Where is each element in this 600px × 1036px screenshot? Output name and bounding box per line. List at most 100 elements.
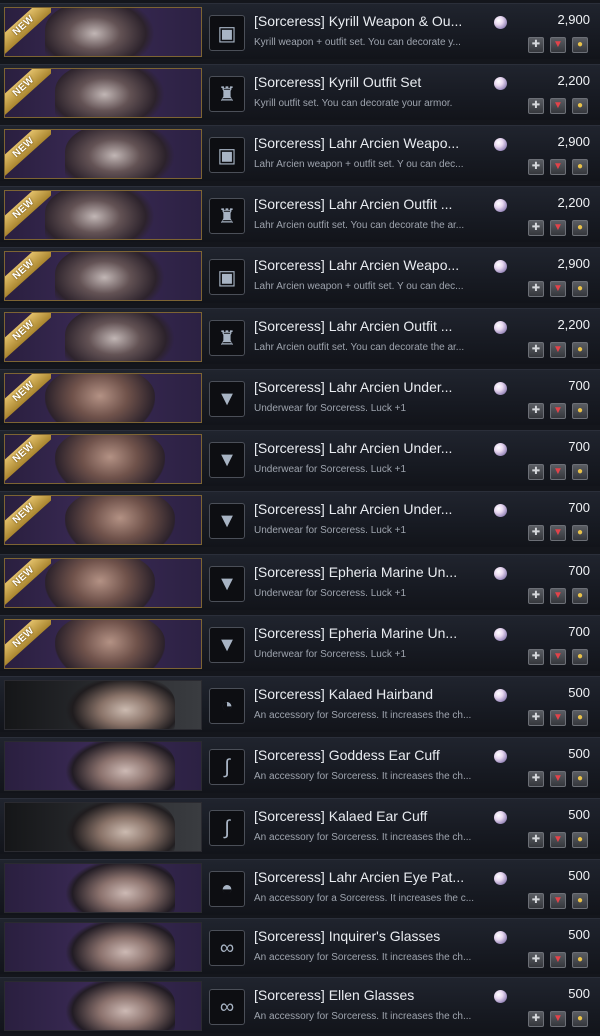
cart-button[interactable]: ▼ bbox=[550, 771, 566, 787]
gift-button[interactable]: ✚ bbox=[528, 342, 544, 358]
item-preview-image[interactable]: NEW bbox=[4, 434, 202, 484]
item-preview-image[interactable]: NEW bbox=[4, 558, 202, 608]
shop-item-row[interactable]: NEW ▼ [Sorceress] Lahr Arcien Under... Unde… bbox=[0, 491, 600, 547]
gift-button[interactable]: ✚ bbox=[528, 403, 544, 419]
item-preview-image[interactable] bbox=[4, 863, 202, 913]
cart-button[interactable]: ▼ bbox=[550, 893, 566, 909]
gift-button[interactable]: ✚ bbox=[528, 281, 544, 297]
cart-button[interactable]: ▼ bbox=[550, 37, 566, 53]
buy-button[interactable]: ● bbox=[572, 403, 588, 419]
chest-icon[interactable]: ▣ bbox=[209, 137, 245, 173]
buy-button[interactable]: ● bbox=[572, 710, 588, 726]
cart-button[interactable]: ▼ bbox=[550, 832, 566, 848]
item-preview-image[interactable] bbox=[4, 680, 202, 730]
gift-button[interactable]: ✚ bbox=[528, 952, 544, 968]
underwear-icon[interactable]: ▼ bbox=[209, 381, 245, 417]
chest-icon[interactable]: ▣ bbox=[209, 259, 245, 295]
buy-button[interactable]: ● bbox=[572, 98, 588, 114]
gift-button[interactable]: ✚ bbox=[528, 832, 544, 848]
shop-item-row[interactable]: ◓ [Sorceress] Lahr Arcien Eye Pat... An ac… bbox=[0, 859, 600, 915]
shop-item-row[interactable]: NEW ♜ [Sorceress] Lahr Arcien Outfit ... La… bbox=[0, 308, 600, 364]
buy-button[interactable]: ● bbox=[572, 464, 588, 480]
chest-icon[interactable]: ▣ bbox=[209, 15, 245, 51]
shop-item-row[interactable]: ∫ [Sorceress] Kalaed Ear Cuff An accessory… bbox=[0, 798, 600, 854]
item-preview-image[interactable]: NEW bbox=[4, 619, 202, 669]
buy-button[interactable]: ● bbox=[572, 342, 588, 358]
gift-button[interactable]: ✚ bbox=[528, 649, 544, 665]
glasses-icon[interactable]: ∞ bbox=[209, 930, 245, 966]
buy-button[interactable]: ● bbox=[572, 832, 588, 848]
gift-button[interactable]: ✚ bbox=[528, 710, 544, 726]
shop-item-row[interactable]: NEW ▼ [Sorceress] Lahr Arcien Under... Unde… bbox=[0, 369, 600, 425]
cart-button[interactable]: ▼ bbox=[550, 159, 566, 175]
shop-item-row[interactable]: NEW ▼ [Sorceress] Lahr Arcien Under... Unde… bbox=[0, 430, 600, 486]
buy-button[interactable]: ● bbox=[572, 649, 588, 665]
cart-button[interactable]: ▼ bbox=[550, 220, 566, 236]
gift-button[interactable]: ✚ bbox=[528, 464, 544, 480]
gift-button[interactable]: ✚ bbox=[528, 893, 544, 909]
item-preview-image[interactable]: NEW bbox=[4, 190, 202, 240]
underwear-icon[interactable]: ▼ bbox=[209, 503, 245, 539]
earcuff-icon[interactable]: ∫ bbox=[209, 810, 245, 846]
outfit-icon[interactable]: ♜ bbox=[209, 320, 245, 356]
earcuff-icon[interactable]: ∫ bbox=[209, 749, 245, 785]
shop-item-row[interactable]: ∫ [Sorceress] Goddess Ear Cuff An accessor… bbox=[0, 737, 600, 793]
item-preview-image[interactable] bbox=[4, 802, 202, 852]
item-preview-image[interactable]: NEW bbox=[4, 495, 202, 545]
gift-button[interactable]: ✚ bbox=[528, 159, 544, 175]
shop-item-row[interactable]: ∞ [Sorceress] Ellen Glasses An accessory f… bbox=[0, 977, 600, 1033]
buy-button[interactable]: ● bbox=[572, 525, 588, 541]
gift-button[interactable]: ✚ bbox=[528, 588, 544, 604]
item-preview-image[interactable]: NEW bbox=[4, 68, 202, 118]
cart-button[interactable]: ▼ bbox=[550, 403, 566, 419]
buy-button[interactable]: ● bbox=[572, 1011, 588, 1027]
glasses-icon[interactable]: ∞ bbox=[209, 989, 245, 1025]
buy-button[interactable]: ● bbox=[572, 37, 588, 53]
cart-button[interactable]: ▼ bbox=[550, 525, 566, 541]
gift-button[interactable]: ✚ bbox=[528, 37, 544, 53]
item-preview-image[interactable]: NEW bbox=[4, 129, 202, 179]
cart-button[interactable]: ▼ bbox=[550, 98, 566, 114]
item-preview-image[interactable] bbox=[4, 922, 202, 972]
cart-button[interactable]: ▼ bbox=[550, 342, 566, 358]
cart-button[interactable]: ▼ bbox=[550, 649, 566, 665]
buy-button[interactable]: ● bbox=[572, 159, 588, 175]
shop-item-row[interactable]: NEW ▼ [Sorceress] Epheria Marine Un... Unde… bbox=[0, 615, 600, 671]
cart-button[interactable]: ▼ bbox=[550, 281, 566, 297]
item-preview-image[interactable]: NEW bbox=[4, 373, 202, 423]
buy-button[interactable]: ● bbox=[572, 771, 588, 787]
outfit-icon[interactable]: ♜ bbox=[209, 198, 245, 234]
underwear-icon[interactable]: ▼ bbox=[209, 627, 245, 663]
buy-button[interactable]: ● bbox=[572, 952, 588, 968]
buy-button[interactable]: ● bbox=[572, 893, 588, 909]
buy-button[interactable]: ● bbox=[572, 281, 588, 297]
shop-item-row[interactable]: ◔ [Sorceress] Kalaed Hairband An accessory… bbox=[0, 676, 600, 732]
item-preview-image[interactable] bbox=[4, 741, 202, 791]
shop-item-row[interactable]: ∞ [Sorceress] Inquirer's Glasses An access… bbox=[0, 918, 600, 974]
underwear-icon[interactable]: ▼ bbox=[209, 442, 245, 478]
shop-item-row[interactable]: NEW ▣ [Sorceress] Lahr Arcien Weapo... Lahr… bbox=[0, 247, 600, 303]
underwear-icon[interactable]: ▼ bbox=[209, 566, 245, 602]
shop-item-row[interactable]: NEW ♜ [Sorceress] Lahr Arcien Outfit ... La… bbox=[0, 186, 600, 242]
gift-button[interactable]: ✚ bbox=[528, 771, 544, 787]
eyepatch-icon[interactable]: ◓ bbox=[209, 871, 245, 907]
gift-button[interactable]: ✚ bbox=[528, 220, 544, 236]
buy-button[interactable]: ● bbox=[572, 588, 588, 604]
gift-button[interactable]: ✚ bbox=[528, 1011, 544, 1027]
gift-button[interactable]: ✚ bbox=[528, 525, 544, 541]
buy-button[interactable]: ● bbox=[572, 220, 588, 236]
item-preview-image[interactable] bbox=[4, 981, 202, 1031]
cart-button[interactable]: ▼ bbox=[550, 588, 566, 604]
cart-button[interactable]: ▼ bbox=[550, 464, 566, 480]
cart-button[interactable]: ▼ bbox=[550, 1011, 566, 1027]
shop-item-row[interactable]: NEW ▣ [Sorceress] Kyrill Weapon & Ou... Kyr… bbox=[0, 3, 600, 59]
gift-button[interactable]: ✚ bbox=[528, 98, 544, 114]
outfit-icon[interactable]: ♜ bbox=[209, 76, 245, 112]
item-preview-image[interactable]: NEW bbox=[4, 312, 202, 362]
cart-button[interactable]: ▼ bbox=[550, 952, 566, 968]
item-preview-image[interactable]: NEW bbox=[4, 7, 202, 57]
shop-item-row[interactable]: NEW ▣ [Sorceress] Lahr Arcien Weapo... Lahr… bbox=[0, 125, 600, 181]
cart-button[interactable]: ▼ bbox=[550, 710, 566, 726]
item-preview-image[interactable]: NEW bbox=[4, 251, 202, 301]
shop-item-row[interactable]: NEW ▼ [Sorceress] Epheria Marine Un... Unde… bbox=[0, 554, 600, 610]
